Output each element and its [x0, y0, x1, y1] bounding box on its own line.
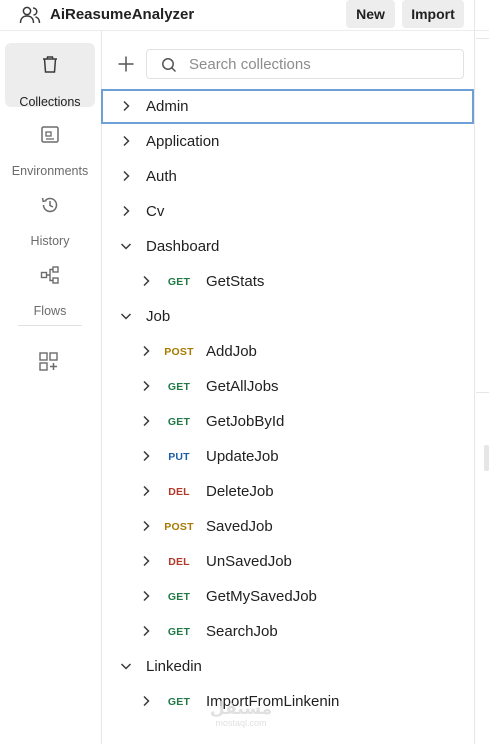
- team-icon: [19, 6, 41, 24]
- chevron-right-icon[interactable]: [139, 624, 153, 638]
- sidebar-item-label: Environments: [11, 164, 89, 178]
- request-label: GetMySavedJob: [206, 588, 317, 605]
- chevron-right-icon[interactable]: [139, 589, 153, 603]
- request-row[interactable]: GET GetMySavedJob: [101, 579, 474, 614]
- method-badge: GET: [167, 416, 191, 428]
- method-badge: DEL: [168, 486, 190, 498]
- request-label: GetAllJobs: [206, 378, 279, 395]
- pane-divider[interactable]: [474, 0, 475, 744]
- folder-row[interactable]: Admin: [101, 89, 474, 124]
- request-row[interactable]: GET SearchJob: [101, 614, 474, 649]
- sidebar-item-environments[interactable]: Environments: [5, 113, 95, 178]
- folder-row[interactable]: Linkedin: [101, 649, 474, 684]
- sidebar-item-label: History: [30, 234, 70, 248]
- chevron-right-icon[interactable]: [139, 449, 153, 463]
- folder-label: Linkedin: [146, 658, 202, 675]
- folder-row[interactable]: Cv: [101, 194, 474, 229]
- workspace-title[interactable]: AiReasumeAnalyzer: [50, 5, 194, 25]
- workspace-header: AiReasumeAnalyzer New Import: [0, 0, 489, 31]
- resize-handle[interactable]: [484, 445, 489, 471]
- request-row[interactable]: GET GetAllJobs: [101, 369, 474, 404]
- folder-label: Admin: [146, 98, 189, 115]
- import-button[interactable]: Import: [402, 0, 464, 28]
- chevron-right-icon[interactable]: [139, 694, 153, 708]
- request-label: SavedJob: [206, 518, 273, 535]
- folder-row[interactable]: Application: [101, 124, 474, 159]
- folder-row[interactable]: Job: [101, 299, 474, 334]
- request-row[interactable]: POST SavedJob: [101, 509, 474, 544]
- method-badge: GET: [167, 591, 191, 603]
- folder-label: Job: [146, 308, 171, 325]
- chevron-down-icon[interactable]: [119, 309, 133, 323]
- search-collections[interactable]: [146, 49, 464, 79]
- collection-tree: Admin Application Auth Cv Dashboard GET GetSta…: [101, 89, 474, 719]
- sidebar: Collections Environments History Flows: [0, 31, 102, 744]
- add-widget-icon[interactable]: [38, 351, 60, 373]
- right-pane-edge: [476, 392, 489, 393]
- chevron-right-icon[interactable]: [119, 204, 133, 218]
- method-badge: GET: [167, 276, 191, 288]
- request-row[interactable]: POST AddJob: [101, 334, 474, 369]
- request-label: SearchJob: [206, 623, 278, 640]
- search-input[interactable]: [189, 53, 449, 75]
- chevron-right-icon[interactable]: [139, 274, 153, 288]
- chevron-right-icon[interactable]: [119, 134, 133, 148]
- flows-icon: [40, 266, 59, 284]
- folder-label: Dashboard: [146, 238, 220, 255]
- sidebar-item-history[interactable]: History: [5, 183, 95, 248]
- trash-can-icon: [43, 56, 57, 73]
- request-label: GetStats: [206, 273, 265, 290]
- request-label: UpdateJob: [206, 448, 279, 465]
- method-badge: POST: [164, 346, 194, 358]
- add-collection-icon[interactable]: [117, 55, 135, 73]
- request-row[interactable]: PUT UpdateJob: [101, 439, 474, 474]
- sidebar-item-label: Flows: [33, 304, 67, 318]
- watermark: مستقل mostaql.com: [196, 700, 286, 730]
- history-icon: [41, 197, 58, 213]
- chevron-right-icon[interactable]: [119, 169, 133, 183]
- sidebar-item-flows[interactable]: Flows: [5, 253, 95, 318]
- right-pane-edge: [476, 38, 489, 39]
- search-icon: [162, 58, 177, 73]
- watermark-sub: mostaql.com: [215, 718, 267, 728]
- folder-label: Application: [146, 133, 220, 150]
- watermark-text: مستقل: [209, 699, 273, 718]
- method-badge: PUT: [168, 451, 190, 463]
- request-row[interactable]: GET GetStats: [101, 264, 474, 299]
- chevron-down-icon[interactable]: [119, 239, 133, 253]
- sidebar-item-collections[interactable]: Collections: [5, 43, 95, 109]
- sidebar-item-label: Collections: [19, 95, 81, 109]
- folder-label: Auth: [146, 168, 177, 185]
- request-row[interactable]: GET ImportFromLinkenin: [101, 684, 474, 719]
- chevron-right-icon[interactable]: [139, 554, 153, 568]
- folder-label: Cv: [146, 203, 165, 220]
- request-row[interactable]: DEL UnSavedJob: [101, 544, 474, 579]
- request-label: UnSavedJob: [206, 553, 292, 570]
- chevron-right-icon[interactable]: [139, 519, 153, 533]
- new-button[interactable]: New: [346, 0, 395, 28]
- method-badge: DEL: [168, 556, 190, 568]
- chevron-right-icon[interactable]: [139, 484, 153, 498]
- request-label: GetJobById: [206, 413, 285, 430]
- request-label: DeleteJob: [206, 483, 274, 500]
- method-badge: GET: [167, 626, 191, 638]
- method-badge: GET: [167, 381, 191, 393]
- environment-icon: [41, 126, 59, 143]
- chevron-right-icon[interactable]: [119, 99, 133, 113]
- method-badge: POST: [164, 521, 194, 533]
- request-label: AddJob: [206, 343, 257, 360]
- request-row[interactable]: DEL DeleteJob: [101, 474, 474, 509]
- chevron-down-icon[interactable]: [119, 659, 133, 673]
- chevron-right-icon[interactable]: [139, 379, 153, 393]
- method-badge: GET: [167, 696, 191, 708]
- chevron-right-icon[interactable]: [139, 414, 153, 428]
- chevron-right-icon[interactable]: [139, 344, 153, 358]
- request-row[interactable]: GET GetJobById: [101, 404, 474, 439]
- folder-row[interactable]: Auth: [101, 159, 474, 194]
- folder-row[interactable]: Dashboard: [101, 229, 474, 264]
- sidebar-divider: [18, 325, 82, 326]
